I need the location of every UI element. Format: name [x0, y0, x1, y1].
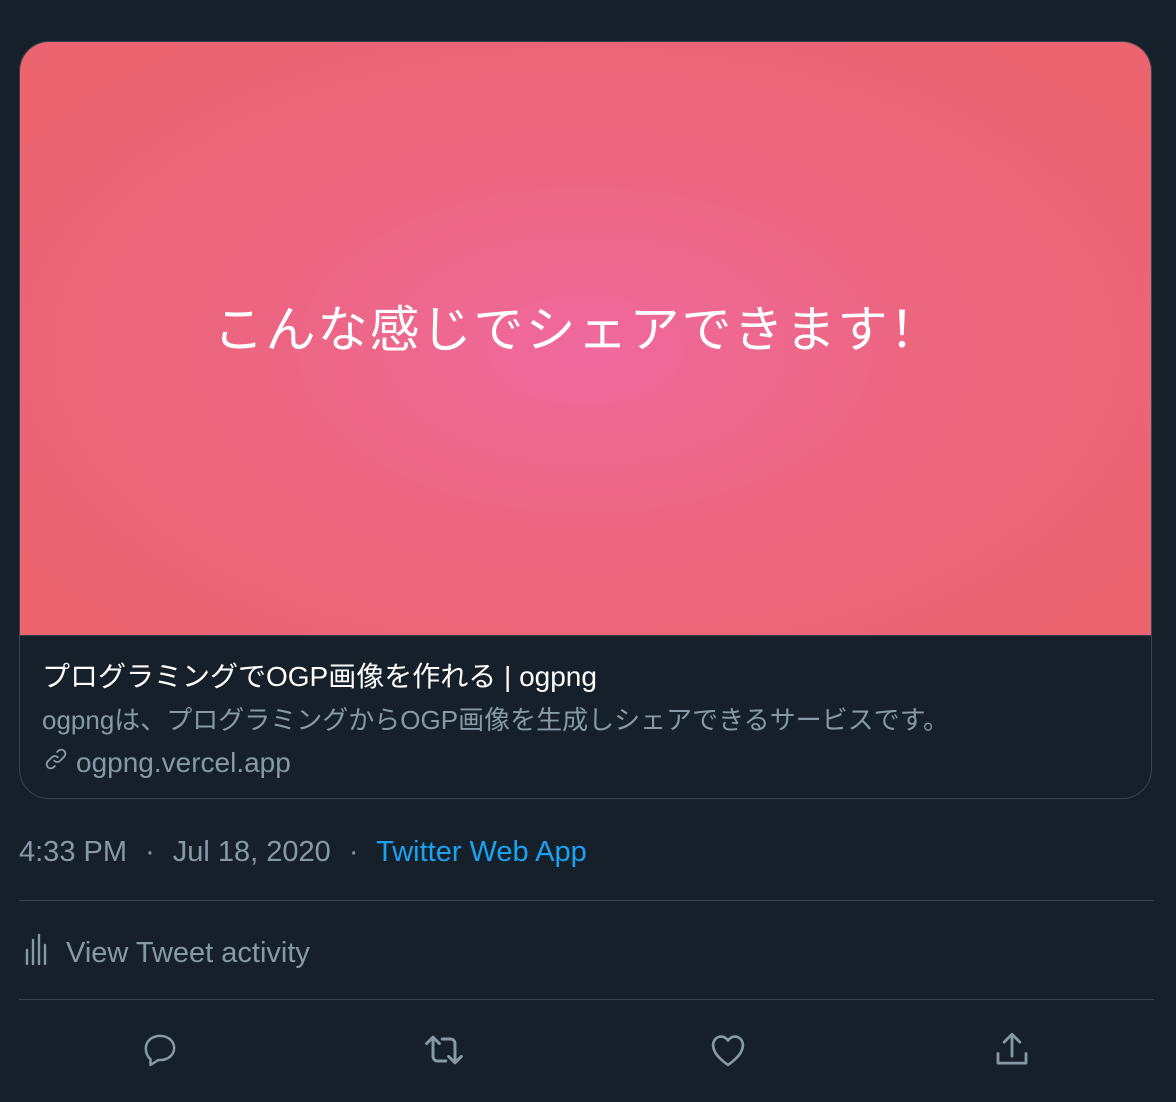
tweet-source-link[interactable]: Twitter Web App [376, 836, 587, 868]
card-title: プログラミングでOGP画像を作れる | ogpng [42, 661, 597, 692]
divider [19, 900, 1154, 901]
share-icon [991, 1029, 1033, 1076]
card-info: プログラミングでOGP画像を作れる | ogpng ogpngは、プログラミング… [42, 660, 1129, 781]
like-button[interactable] [706, 1030, 750, 1074]
tweet-meta: 4:33 PM · Jul 18, 2020 · Twitter Web App [19, 834, 587, 870]
tweet-date[interactable]: Jul 18, 2020 [173, 836, 331, 868]
retweet-icon [422, 1028, 466, 1077]
card-image[interactable]: こんな感じでシェアできます！ [20, 42, 1151, 636]
meta-separator: · [145, 836, 155, 868]
divider [19, 999, 1154, 1000]
link-card[interactable]: こんな感じでシェアできます！ プログラミングでOGP画像を作れる | ogpng… [19, 41, 1152, 799]
view-tweet-activity-label: View Tweet activity [66, 936, 310, 969]
bar-chart-icon [24, 932, 66, 974]
meta-separator: · [348, 836, 359, 868]
share-button[interactable] [990, 1030, 1034, 1074]
card-description: ogpngは、プログラミングからOGP画像を生成しシェアできるサービスです。 [42, 705, 949, 735]
card-domain-text: ogpng.vercel.app [76, 747, 291, 778]
reply-button[interactable] [138, 1030, 182, 1074]
card-image-text: こんな感じでシェアできます！ [213, 300, 942, 359]
view-tweet-activity-link[interactable]: View Tweet activity [24, 932, 310, 974]
link-icon [42, 745, 76, 781]
tweet-time[interactable]: 4:33 PM [19, 836, 127, 868]
card-domain: ogpng.vercel.app [42, 745, 1129, 781]
reply-icon [140, 1030, 180, 1075]
heart-icon [707, 1029, 749, 1076]
retweet-button[interactable] [422, 1030, 466, 1074]
